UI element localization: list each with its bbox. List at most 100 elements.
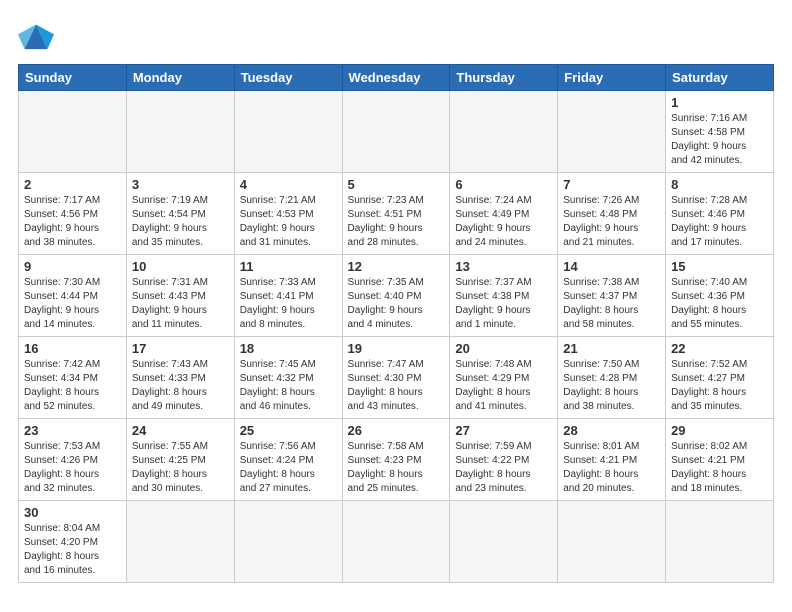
calendar-cell: 19 Sunrise: 7:47 AM Sunset: 4:30 PM Dayli… [342,337,450,419]
calendar-cell: 10Sunrise: 7:31 AM Sunset: 4:43 PM Dayli… [126,255,234,337]
day-number: 25 [240,423,337,438]
day-info: Sunrise: 7:23 AM Sunset: 4:51 PM Dayligh… [348,194,445,250]
day-info: Sunrise: 8:04 AM Sunset: 4:20 PM Dayligh… [24,522,121,578]
weekday-header-friday: Friday [558,65,666,91]
day-number: 22 [671,341,768,356]
calendar-cell: 6 Sunrise: 7:24 AM Sunset: 4:49 PM Daylig… [450,173,558,255]
weekday-header-saturday: Saturday [666,65,774,91]
calendar-cell [234,91,342,173]
day-number: 12 [348,259,445,274]
day-info: Sunrise: 7:16 AM Sunset: 4:58 PM Dayligh… [671,112,768,168]
calendar-cell: 4Sunrise: 7:21 AM Sunset: 4:53 PM Daylig… [234,173,342,255]
logo [18,18,60,54]
weekday-header-sunday: Sunday [19,65,127,91]
weekday-header-thursday: Thursday [450,65,558,91]
header [18,18,774,54]
calendar-cell: 1Sunrise: 7:16 AM Sunset: 4:58 PM Daylig… [666,91,774,173]
day-info: Sunrise: 7:43 AM Sunset: 4:33 PM Dayligh… [132,358,229,414]
day-number: 5 [348,177,445,192]
week-row-3: 9Sunrise: 7:30 AM Sunset: 4:44 PM Daylig… [19,255,774,337]
calendar: SundayMondayTuesdayWednesdayThursdayFrid… [18,64,774,583]
day-info: Sunrise: 7:38 AM Sunset: 4:37 PM Dayligh… [563,276,660,332]
day-info: Sunrise: 8:01 AM Sunset: 4:21 PM Dayligh… [563,440,660,496]
day-number: 16 [24,341,121,356]
calendar-cell [234,501,342,583]
week-row-1: 1Sunrise: 7:16 AM Sunset: 4:58 PM Daylig… [19,91,774,173]
logo-icon [18,18,54,54]
day-number: 14 [563,259,660,274]
weekday-header-tuesday: Tuesday [234,65,342,91]
calendar-cell: 29 Sunrise: 8:02 AM Sunset: 4:21 PM Dayli… [666,419,774,501]
day-info: Sunrise: 7:59 AM Sunset: 4:22 PM Dayligh… [455,440,552,496]
day-number: 26 [348,423,445,438]
calendar-cell: 7Sunrise: 7:26 AM Sunset: 4:48 PM Daylig… [558,173,666,255]
day-info: Sunrise: 7:28 AM Sunset: 4:46 PM Dayligh… [671,194,768,250]
day-number: 29 [671,423,768,438]
calendar-cell: 3 Sunrise: 7:19 AM Sunset: 4:54 PM Daylig… [126,173,234,255]
calendar-cell: 23Sunrise: 7:53 AM Sunset: 4:26 PM Dayli… [19,419,127,501]
day-info: Sunrise: 7:50 AM Sunset: 4:28 PM Dayligh… [563,358,660,414]
day-number: 23 [24,423,121,438]
day-info: Sunrise: 8:02 AM Sunset: 4:21 PM Dayligh… [671,440,768,496]
weekday-header-row: SundayMondayTuesdayWednesdayThursdayFrid… [19,65,774,91]
day-info: Sunrise: 7:17 AM Sunset: 4:56 PM Dayligh… [24,194,121,250]
day-number: 8 [671,177,768,192]
day-info: Sunrise: 7:33 AM Sunset: 4:41 PM Dayligh… [240,276,337,332]
day-info: Sunrise: 7:48 AM Sunset: 4:29 PM Dayligh… [455,358,552,414]
day-number: 3 [132,177,229,192]
day-info: Sunrise: 7:45 AM Sunset: 4:32 PM Dayligh… [240,358,337,414]
calendar-cell: 12 Sunrise: 7:35 AM Sunset: 4:40 PM Dayli… [342,255,450,337]
calendar-cell [450,501,558,583]
calendar-cell: 15 Sunrise: 7:40 AM Sunset: 4:36 PM Dayli… [666,255,774,337]
day-info: Sunrise: 7:40 AM Sunset: 4:36 PM Dayligh… [671,276,768,332]
calendar-cell [126,91,234,173]
week-row-2: 2Sunrise: 7:17 AM Sunset: 4:56 PM Daylig… [19,173,774,255]
calendar-cell [558,501,666,583]
day-info: Sunrise: 7:52 AM Sunset: 4:27 PM Dayligh… [671,358,768,414]
week-row-5: 23Sunrise: 7:53 AM Sunset: 4:26 PM Dayli… [19,419,774,501]
day-number: 24 [132,423,229,438]
calendar-cell: 16 Sunrise: 7:42 AM Sunset: 4:34 PM Dayli… [19,337,127,419]
day-number: 11 [240,259,337,274]
calendar-cell [666,501,774,583]
calendar-cell: 22 Sunrise: 7:52 AM Sunset: 4:27 PM Dayli… [666,337,774,419]
calendar-cell: 18 Sunrise: 7:45 AM Sunset: 4:32 PM Dayli… [234,337,342,419]
calendar-cell [450,91,558,173]
day-info: Sunrise: 7:24 AM Sunset: 4:49 PM Dayligh… [455,194,552,250]
day-info: Sunrise: 7:21 AM Sunset: 4:53 PM Dayligh… [240,194,337,250]
calendar-cell: 5 Sunrise: 7:23 AM Sunset: 4:51 PM Daylig… [342,173,450,255]
day-info: Sunrise: 7:35 AM Sunset: 4:40 PM Dayligh… [348,276,445,332]
calendar-cell: 20 Sunrise: 7:48 AM Sunset: 4:29 PM Dayli… [450,337,558,419]
calendar-cell: 11 Sunrise: 7:33 AM Sunset: 4:41 PM Dayli… [234,255,342,337]
day-number: 20 [455,341,552,356]
calendar-cell: 9Sunrise: 7:30 AM Sunset: 4:44 PM Daylig… [19,255,127,337]
calendar-cell [126,501,234,583]
day-number: 30 [24,505,121,520]
day-number: 6 [455,177,552,192]
calendar-cell [342,501,450,583]
calendar-cell [19,91,127,173]
day-info: Sunrise: 7:55 AM Sunset: 4:25 PM Dayligh… [132,440,229,496]
calendar-cell: 21 Sunrise: 7:50 AM Sunset: 4:28 PM Dayli… [558,337,666,419]
calendar-cell: 2Sunrise: 7:17 AM Sunset: 4:56 PM Daylig… [19,173,127,255]
day-number: 10 [132,259,229,274]
calendar-cell: 26Sunrise: 7:58 AM Sunset: 4:23 PM Dayli… [342,419,450,501]
calendar-cell: 25 Sunrise: 7:56 AM Sunset: 4:24 PM Dayli… [234,419,342,501]
calendar-cell: 30 Sunrise: 8:04 AM Sunset: 4:20 PM Dayli… [19,501,127,583]
day-info: Sunrise: 7:42 AM Sunset: 4:34 PM Dayligh… [24,358,121,414]
day-number: 7 [563,177,660,192]
day-info: Sunrise: 7:56 AM Sunset: 4:24 PM Dayligh… [240,440,337,496]
day-number: 9 [24,259,121,274]
day-number: 21 [563,341,660,356]
week-row-6: 30 Sunrise: 8:04 AM Sunset: 4:20 PM Dayli… [19,501,774,583]
weekday-header-wednesday: Wednesday [342,65,450,91]
day-info: Sunrise: 7:19 AM Sunset: 4:54 PM Dayligh… [132,194,229,250]
day-info: Sunrise: 7:37 AM Sunset: 4:38 PM Dayligh… [455,276,552,332]
day-number: 19 [348,341,445,356]
day-number: 17 [132,341,229,356]
day-number: 15 [671,259,768,274]
calendar-cell: 14 Sunrise: 7:38 AM Sunset: 4:37 PM Dayli… [558,255,666,337]
weekday-header-monday: Monday [126,65,234,91]
day-info: Sunrise: 7:47 AM Sunset: 4:30 PM Dayligh… [348,358,445,414]
day-number: 18 [240,341,337,356]
